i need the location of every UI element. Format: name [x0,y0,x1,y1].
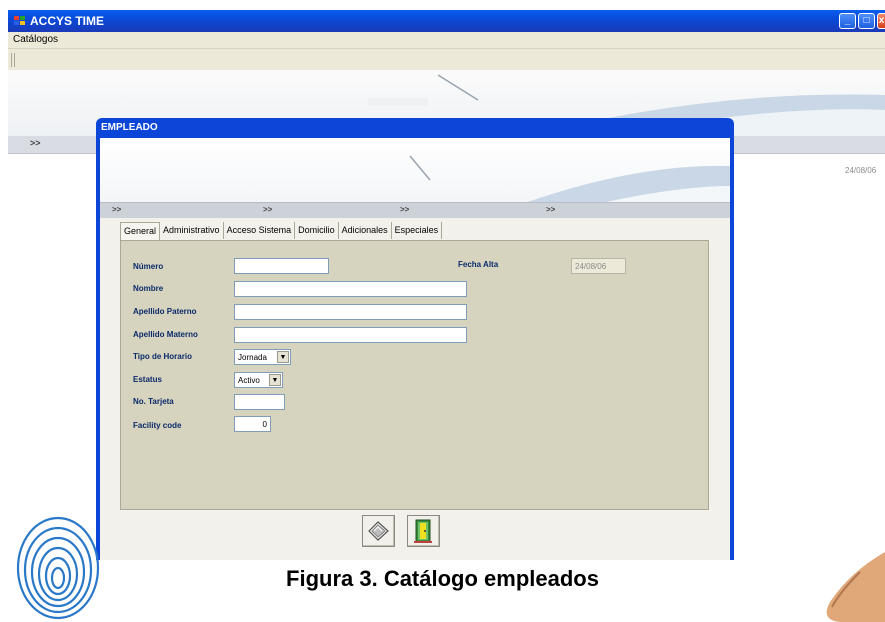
tab-administrativo[interactable]: Administrativo [160,222,224,239]
no-tarjeta-label: No. Tarjeta [133,397,174,406]
save-button[interactable] [362,515,395,547]
figure-caption: Figura 3. Catálogo empleados [286,566,599,591]
tab-general[interactable]: General [120,222,161,241]
exit-button[interactable] [407,515,440,547]
tab-domicilio[interactable]: Domicilio [295,222,339,239]
menu-bar: Catálogos [8,32,885,48]
save-disk-icon [368,521,389,541]
apellido-paterno-label: Apellido Paterno [133,307,197,316]
menu-item-catalogos[interactable]: Catálogos [13,34,58,45]
tab-adicionales[interactable]: Adicionales [339,222,392,239]
fingerprint-image [16,516,100,620]
strip-arrow: >> [263,205,273,214]
nombre-input[interactable] [234,281,467,297]
estatus-select[interactable]: Activo ▼ [234,372,283,388]
tab-acceso-sistema[interactable]: Acceso Sistema [224,222,296,239]
strip-arrow: >> [546,205,556,214]
chevron-down-icon[interactable]: ▼ [269,374,281,386]
apellido-materno-input[interactable] [234,327,467,343]
chevron-down-icon[interactable]: ▼ [277,351,289,363]
background-arrows: >> [30,138,41,148]
no-tarjeta-input[interactable] [234,394,285,410]
close-button[interactable]: x [877,13,885,29]
maximize-icon: □ [863,15,870,26]
maximize-button[interactable]: □ [858,13,875,29]
dialog-strip: >> >> >> >> [100,202,730,218]
tipo-horario-select[interactable]: Jornada ▼ [234,349,291,365]
tipo-horario-label: Tipo de Horario [133,352,192,361]
app-title-bar: ACCYS TIME _ □ x [8,10,885,32]
apellido-paterno-input[interactable] [234,304,467,320]
minimize-button[interactable]: _ [839,13,856,29]
toolbar [8,48,885,70]
fecha-alta-label: Fecha Alta [458,260,499,269]
background-date: 24/08/06 [845,166,877,175]
estatus-label: Estatus [133,375,162,384]
minimize-icon: _ [844,15,851,26]
strip-arrow: >> [112,205,122,214]
exit-door-icon [414,519,432,543]
toolbar-grip[interactable] [11,53,15,67]
tab-bar: General Administrativo Acceso Sistema Do… [120,222,443,241]
numero-input[interactable] [234,258,329,274]
facility-code-label: Facility code [133,421,182,430]
app-title: ACCYS TIME [30,14,105,28]
apellido-materno-label: Apellido Materno [133,330,198,339]
close-icon: x [878,15,885,26]
fecha-alta-input [571,258,626,274]
estatus-value: Activo [238,376,260,385]
app-icon [14,16,25,25]
facility-code-input[interactable] [234,416,271,432]
strip-arrow: >> [400,205,410,214]
dialog-title: EMPLEADO [101,122,158,133]
numero-label: Número [133,262,164,271]
tipo-horario-value: Jornada [238,353,267,362]
nombre-label: Nombre [133,284,164,293]
tab-especiales[interactable]: Especiales [392,222,443,239]
